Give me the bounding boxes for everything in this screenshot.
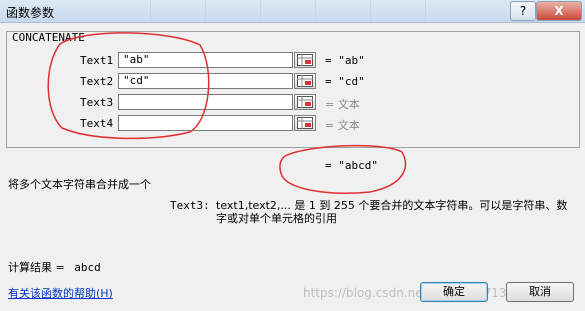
param-help-text: text1,text2,... 是 1 到 255 个要合并的文本字符串。可以是… — [216, 199, 568, 225]
ok-button[interactable]: 确定 — [420, 282, 488, 302]
arg-result-text1: = "ab" — [325, 54, 365, 67]
ref-button-text3[interactable] — [294, 94, 316, 110]
ref-button-text1[interactable] — [294, 52, 316, 68]
arg-result-text2: = "cd" — [325, 75, 365, 88]
background-grid-line — [425, 0, 426, 22]
arg-result-text4: = 文本 — [325, 119, 360, 132]
arg-input-text4[interactable] — [118, 115, 293, 131]
param-help-label: Text3: — [170, 199, 210, 212]
collapse-range-icon — [297, 117, 313, 129]
background-grid-line — [150, 0, 151, 22]
arg-label-text1: Text1 — [80, 54, 114, 67]
background-grid-line — [315, 0, 316, 22]
arg-label-text2: Text2 — [80, 75, 114, 88]
function-description: 将多个文本字符串合并成一个 — [8, 178, 151, 191]
cancel-button[interactable]: 取消 — [506, 282, 574, 302]
background-grid-line — [205, 0, 206, 22]
arg-label-text3: Text3 — [80, 96, 114, 109]
arg-result-text3: = 文本 — [325, 98, 360, 111]
calc-result-label: 计算结果 = — [8, 261, 65, 274]
ref-button-text4[interactable] — [294, 115, 316, 131]
function-help-link[interactable]: 有关该函数的帮助(H) — [8, 285, 113, 301]
function-args-group: CONCATENATE — [6, 31, 580, 148]
arg-label-text4: Text4 — [80, 117, 114, 130]
arg-input-text1[interactable]: "ab" — [118, 52, 293, 68]
arg-input-text3[interactable] — [118, 94, 293, 110]
collapse-range-icon — [297, 75, 313, 87]
title-bar: 函数参数 ? X — [0, 0, 585, 23]
overall-result: = "abcd" — [325, 159, 378, 172]
close-button[interactable]: X — [536, 1, 582, 21]
background-grid-line — [370, 0, 371, 22]
help-button[interactable]: ? — [510, 1, 536, 21]
calc-result: 计算结果 = abcd — [8, 259, 101, 275]
collapse-range-icon — [297, 96, 313, 108]
ref-button-text2[interactable] — [294, 73, 316, 89]
function-name: CONCATENATE — [12, 31, 85, 44]
dialog-title: 函数参数 — [6, 6, 55, 20]
background-grid-line — [260, 0, 261, 22]
calc-result-value: abcd — [74, 261, 101, 274]
arg-input-text2[interactable]: "cd" — [118, 73, 293, 89]
collapse-range-icon — [297, 54, 313, 66]
